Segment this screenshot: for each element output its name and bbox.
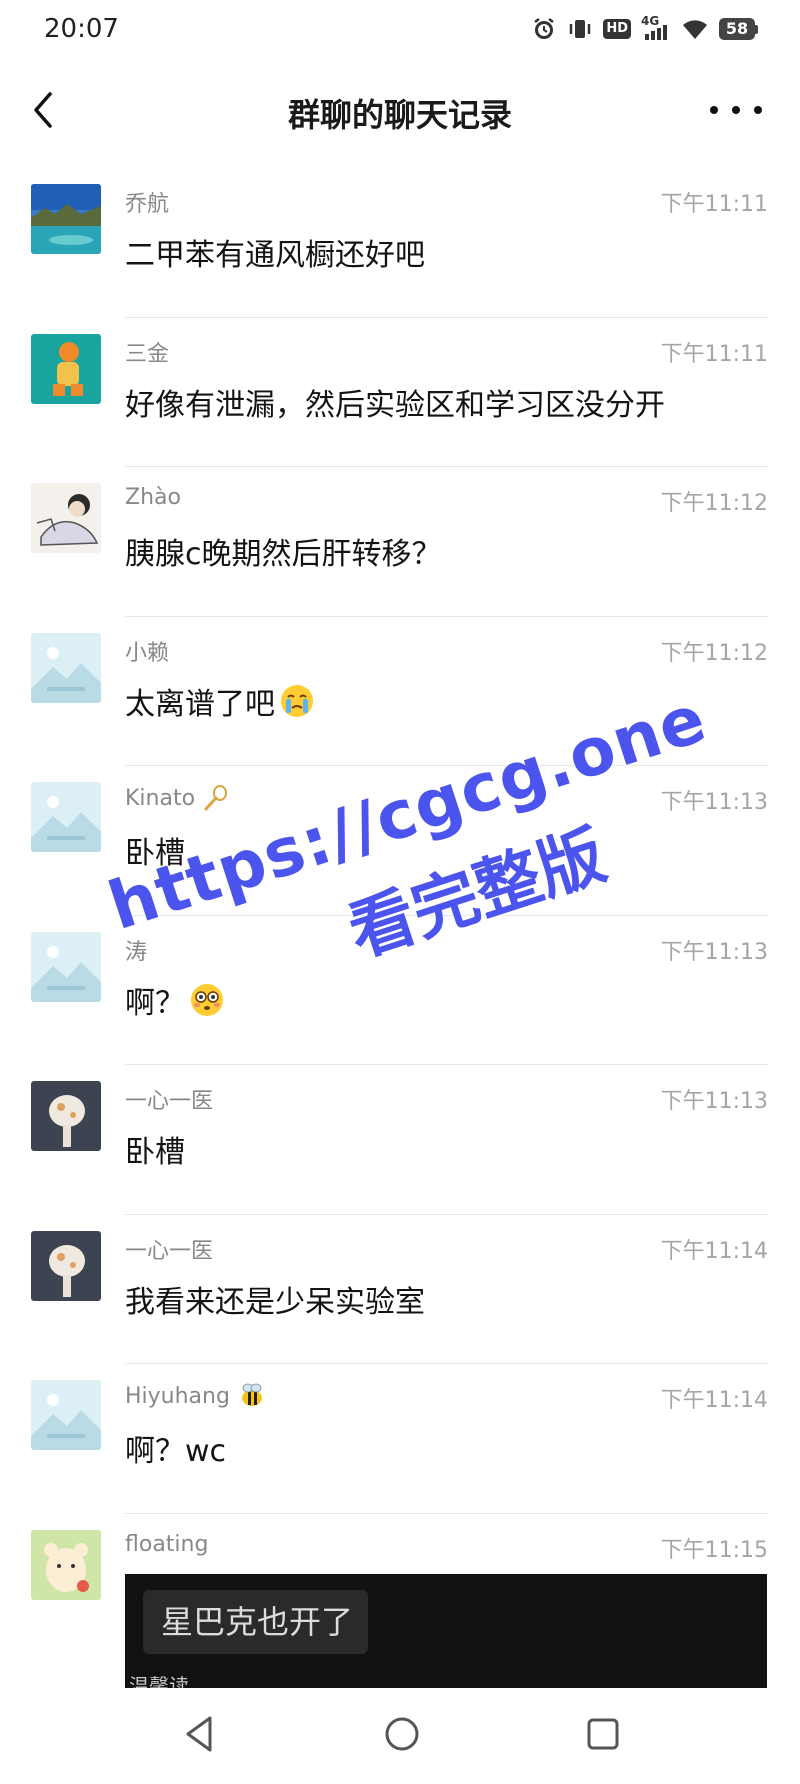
message-time: 下午11:11 bbox=[660, 341, 768, 367]
message-text: 好像有泄漏，然后实验区和学习区没分开 bbox=[125, 387, 665, 423]
vibrate-icon bbox=[570, 20, 591, 38]
status-icons: HD 4G 58 bbox=[531, 14, 758, 42]
sender-name: 三金 bbox=[125, 341, 170, 367]
message-time: 下午11:12 bbox=[660, 640, 768, 666]
message-time: 下午11:13 bbox=[660, 939, 768, 965]
message-row[interactable]: Kinato 下午11:13 卧槽 bbox=[0, 766, 800, 916]
sender-name: Zhào bbox=[125, 485, 181, 510]
more-options-button[interactable] bbox=[710, 92, 762, 128]
message-time: 下午11:12 bbox=[660, 491, 768, 516]
message-row[interactable]: 三金 下午11:11 好像有泄漏，然后实验区和学习区没分开 bbox=[0, 318, 800, 467]
status-bar: 20:07 HD 4G 58 bbox=[0, 0, 800, 62]
message-text: 啊？ bbox=[125, 978, 225, 1022]
circle-home-icon bbox=[385, 1717, 419, 1751]
page-title: 群聊的聊天记录 bbox=[287, 96, 512, 134]
message-text: 我看来还是少呆实验室 bbox=[125, 1284, 425, 1320]
avatar[interactable] bbox=[31, 931, 101, 1002]
sender-name: Kinato bbox=[125, 784, 229, 812]
message-row[interactable]: 一心一医 下午11:13 卧槽 bbox=[0, 1065, 800, 1215]
sender-name: 一心一医 bbox=[125, 1089, 214, 1114]
message-text: 啊？wc bbox=[125, 1434, 227, 1469]
avatar[interactable] bbox=[31, 632, 101, 703]
chat-record-list[interactable]: 乔航 下午11:11 二甲苯有通风橱还好吧 三金 下午11:11 好像有泄漏，然… bbox=[0, 168, 800, 1663]
hd-badge: HD bbox=[603, 19, 631, 39]
avatar[interactable] bbox=[31, 1380, 101, 1450]
battery-level: 58 bbox=[719, 18, 755, 40]
message-row[interactable]: Zhào 下午11:12 胰腺c晚期然后肝转移？ bbox=[0, 467, 800, 617]
signal-icon: 4G bbox=[641, 14, 671, 42]
system-nav-bar bbox=[0, 1690, 800, 1784]
sender-name: 一心一医 bbox=[125, 1238, 214, 1264]
message-time: 下午11:11 bbox=[660, 192, 768, 217]
message-time: 下午11:13 bbox=[660, 790, 768, 815]
system-back-button[interactable] bbox=[180, 1712, 220, 1760]
message-row[interactable]: 乔航 下午11:11 二甲苯有通风橱还好吧 bbox=[0, 168, 800, 318]
image-text-fragment: 温馨读 bbox=[129, 1674, 189, 1688]
alarm-icon bbox=[534, 18, 555, 39]
status-time: 20:07 bbox=[44, 14, 119, 44]
message-time: 下午11:13 bbox=[660, 1089, 768, 1114]
triangle-back-icon bbox=[186, 1716, 212, 1752]
message-time: 下午11:14 bbox=[660, 1388, 768, 1413]
bee-icon bbox=[241, 1383, 262, 1406]
more-dot-icon bbox=[710, 106, 718, 114]
system-recents-button[interactable] bbox=[581, 1712, 625, 1760]
avatar[interactable] bbox=[31, 1081, 101, 1151]
more-dot-icon bbox=[732, 106, 740, 114]
sender-name: Hiyuhang bbox=[125, 1382, 266, 1410]
avatar[interactable] bbox=[31, 483, 101, 553]
message-text: 胰腺c晚期然后肝转移？ bbox=[125, 537, 442, 572]
message-text: 卧槽 bbox=[125, 836, 185, 871]
nav-bar: 群聊的聊天记录 bbox=[0, 62, 800, 158]
badminton-racket-icon bbox=[204, 785, 228, 811]
message-row[interactable]: 小赖 下午11:12 太离谱了吧 bbox=[0, 617, 800, 766]
sender-name: floating bbox=[125, 1531, 209, 1557]
message-row[interactable]: Hiyuhang 下午11:14 啊？wc bbox=[0, 1364, 800, 1514]
battery-icon: 58 bbox=[719, 18, 758, 40]
crying-face-icon bbox=[281, 684, 313, 717]
message-row[interactable]: 一心一医 下午11:14 我看来还是少呆实验室 bbox=[0, 1215, 800, 1364]
message-text: 卧槽 bbox=[125, 1135, 185, 1170]
message-text: 太离谱了吧 bbox=[125, 679, 315, 723]
avatar[interactable] bbox=[31, 1230, 101, 1301]
message-time: 下午11:14 bbox=[660, 1238, 768, 1264]
avatar[interactable] bbox=[31, 184, 101, 254]
message-text: 二甲苯有通风橱还好吧 bbox=[125, 238, 425, 273]
network-label: 4G bbox=[641, 14, 660, 28]
message-row[interactable]: 涛 下午11:13 啊？ bbox=[0, 916, 800, 1065]
wifi-icon bbox=[683, 20, 707, 39]
sender-name: 乔航 bbox=[125, 192, 170, 217]
avatar[interactable] bbox=[31, 782, 101, 852]
system-home-button[interactable] bbox=[380, 1712, 424, 1760]
square-recents-icon bbox=[587, 1718, 619, 1750]
more-dot-icon bbox=[754, 106, 762, 114]
message-time: 下午11:15 bbox=[660, 1537, 768, 1563]
avatar[interactable] bbox=[31, 333, 101, 404]
sender-name: 小赖 bbox=[125, 640, 170, 666]
sender-name: 涛 bbox=[125, 939, 148, 965]
avatar[interactable] bbox=[31, 1529, 101, 1600]
image-message[interactable]: 星巴克也开了 温馨读 bbox=[125, 1574, 767, 1688]
image-caption: 星巴克也开了 bbox=[143, 1590, 368, 1654]
flushed-face-icon bbox=[191, 983, 223, 1016]
